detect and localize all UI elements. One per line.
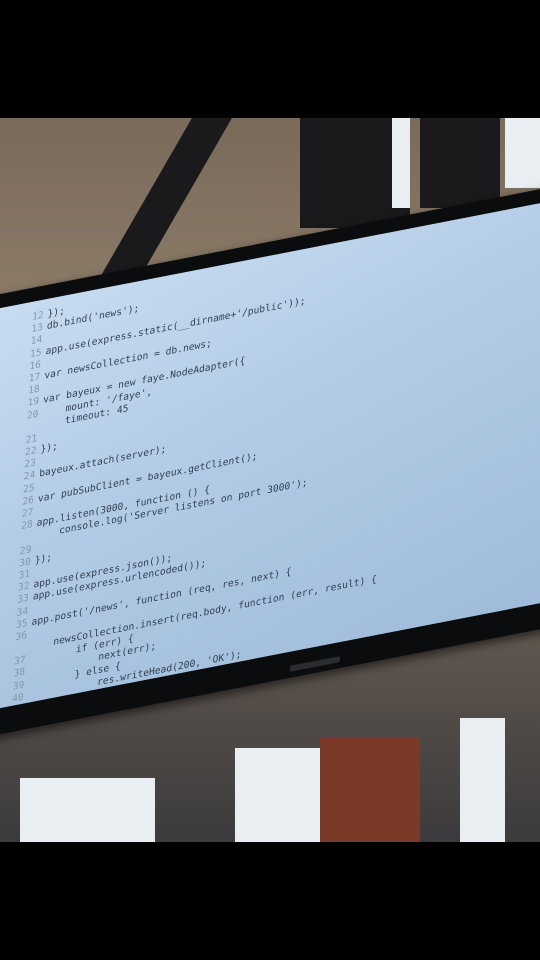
window-pane xyxy=(460,718,505,842)
window-pane xyxy=(235,748,320,842)
code-listing: 12}); 13 db.bind('news'); 14 15 app.use(expre… xyxy=(0,204,540,709)
code-text: }); xyxy=(34,551,53,567)
tv-stand-logo xyxy=(290,656,340,672)
window-pane xyxy=(20,778,155,842)
window-pane xyxy=(392,118,410,208)
line-number xyxy=(16,429,38,433)
wall-panel xyxy=(320,738,420,842)
window-pane xyxy=(505,118,540,188)
ceiling-beam xyxy=(420,118,500,208)
line-number xyxy=(10,539,32,543)
line-number xyxy=(4,650,26,654)
code-text: }); xyxy=(40,440,59,456)
